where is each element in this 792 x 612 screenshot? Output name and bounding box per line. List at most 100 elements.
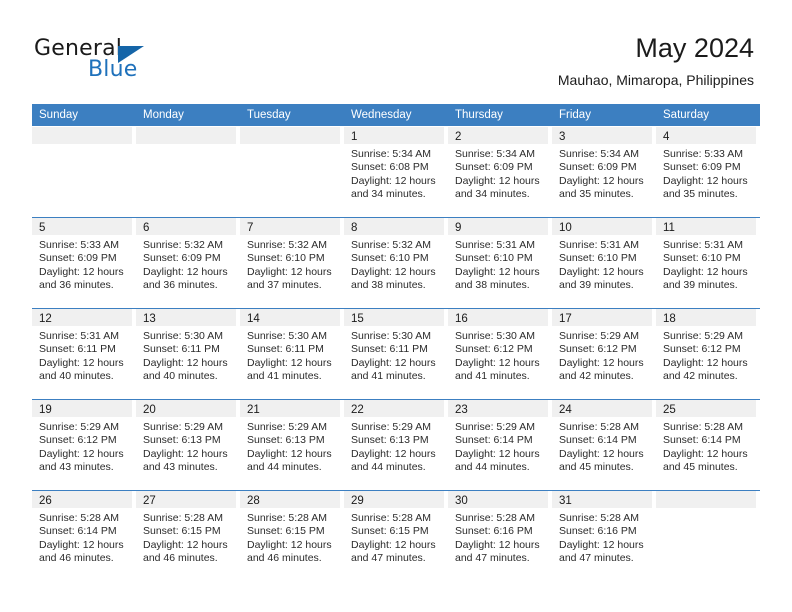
day-sun-info: Sunrise: 5:31 AM Sunset: 6:10 PM Daylight:… bbox=[552, 235, 652, 293]
day-cell[interactable]: 6 Sunrise: 5:32 AM Sunset: 6:09 PM Daylight… bbox=[136, 218, 240, 308]
sunrise-text: Sunrise: 5:32 AM bbox=[143, 239, 223, 251]
day-sun-info: Sunrise: 5:31 AM Sunset: 6:10 PM Daylight:… bbox=[448, 235, 548, 293]
day-number-strip: 24 bbox=[552, 400, 652, 417]
daylight-text: Daylight: 12 hours and 46 minutes. bbox=[247, 538, 332, 565]
sunset-text: Sunset: 6:13 PM bbox=[351, 434, 429, 447]
day-cell[interactable]: 25 Sunrise: 5:28 AM Sunset: 6:14 PM Dayligh… bbox=[656, 400, 760, 490]
day-cell[interactable]: 1 Sunrise: 5:34 AM Sunset: 6:08 PM Daylight… bbox=[344, 127, 448, 217]
sunset-text: Sunset: 6:14 PM bbox=[663, 434, 741, 447]
day-sun-info: Sunrise: 5:28 AM Sunset: 6:15 PM Daylight:… bbox=[240, 508, 340, 566]
day-number-strip: 1 bbox=[344, 127, 444, 144]
day-cell[interactable]: 10 Sunrise: 5:31 AM Sunset: 6:10 PM Dayligh… bbox=[552, 218, 656, 308]
title-block: May 2024 Mauhao, Mimaropa, Philippines bbox=[558, 32, 754, 90]
day-cell[interactable]: 12 Sunrise: 5:31 AM Sunset: 6:11 PM Dayligh… bbox=[32, 309, 136, 399]
day-number-strip: 26 bbox=[32, 491, 132, 508]
sunset-text: Sunset: 6:15 PM bbox=[143, 525, 221, 538]
day-cell[interactable]: 5 Sunrise: 5:33 AM Sunset: 6:09 PM Daylight… bbox=[32, 218, 136, 308]
day-cell[interactable]: 2 Sunrise: 5:34 AM Sunset: 6:09 PM Daylight… bbox=[448, 127, 552, 217]
calendar-week-row: 19 Sunrise: 5:29 AM Sunset: 6:12 PM Dayligh… bbox=[32, 399, 760, 490]
day-number-strip bbox=[240, 127, 340, 144]
day-cell[interactable]: 16 Sunrise: 5:30 AM Sunset: 6:12 PM Dayligh… bbox=[448, 309, 552, 399]
day-cell[interactable]: 8 Sunrise: 5:32 AM Sunset: 6:10 PM Daylight… bbox=[344, 218, 448, 308]
daylight-text: Daylight: 12 hours and 39 minutes. bbox=[663, 265, 748, 292]
day-number-strip: 8 bbox=[344, 218, 444, 235]
day-cell[interactable]: 22 Sunrise: 5:29 AM Sunset: 6:13 PM Dayligh… bbox=[344, 400, 448, 490]
day-number: 24 bbox=[559, 404, 572, 416]
day-cell[interactable]: 27 Sunrise: 5:28 AM Sunset: 6:15 PM Dayligh… bbox=[136, 491, 240, 581]
daylight-text: Daylight: 12 hours and 44 minutes. bbox=[455, 447, 540, 474]
day-sun-info: Sunrise: 5:29 AM Sunset: 6:12 PM Daylight:… bbox=[656, 326, 756, 384]
page-title: May 2024 bbox=[635, 33, 754, 63]
sunset-text: Sunset: 6:10 PM bbox=[351, 252, 429, 265]
day-cell[interactable]: 26 Sunrise: 5:28 AM Sunset: 6:14 PM Dayligh… bbox=[32, 491, 136, 581]
day-cell[interactable]: 21 Sunrise: 5:29 AM Sunset: 6:13 PM Dayligh… bbox=[240, 400, 344, 490]
sunset-text: Sunset: 6:11 PM bbox=[143, 343, 220, 356]
day-sun-info: Sunrise: 5:31 AM Sunset: 6:11 PM Daylight:… bbox=[32, 326, 132, 384]
day-number-strip: 30 bbox=[448, 491, 548, 508]
day-cell[interactable]: 14 Sunrise: 5:30 AM Sunset: 6:11 PM Dayligh… bbox=[240, 309, 344, 399]
sunrise-text: Sunrise: 5:32 AM bbox=[247, 239, 327, 251]
day-number-strip: 16 bbox=[448, 309, 548, 326]
day-cell[interactable]: 18 Sunrise: 5:29 AM Sunset: 6:12 PM Dayligh… bbox=[656, 309, 760, 399]
day-cell[interactable]: 23 Sunrise: 5:29 AM Sunset: 6:14 PM Dayligh… bbox=[448, 400, 552, 490]
day-number: 11 bbox=[663, 222, 675, 234]
day-cell[interactable]: 30 Sunrise: 5:28 AM Sunset: 6:16 PM Dayligh… bbox=[448, 491, 552, 581]
day-number-strip: 31 bbox=[552, 491, 652, 508]
day-cell[interactable]: 4 Sunrise: 5:33 AM Sunset: 6:09 PM Daylight… bbox=[656, 127, 760, 217]
day-cell[interactable]: 3 Sunrise: 5:34 AM Sunset: 6:09 PM Daylight… bbox=[552, 127, 656, 217]
daylight-text: Daylight: 12 hours and 45 minutes. bbox=[663, 447, 748, 474]
sunrise-text: Sunrise: 5:30 AM bbox=[455, 330, 535, 342]
daylight-text: Daylight: 12 hours and 47 minutes. bbox=[559, 538, 644, 565]
day-number-strip: 7 bbox=[240, 218, 340, 235]
day-number-strip: 4 bbox=[656, 127, 756, 144]
daylight-text: Daylight: 12 hours and 35 minutes. bbox=[559, 174, 644, 201]
sunset-text: Sunset: 6:09 PM bbox=[143, 252, 221, 265]
day-number-strip: 25 bbox=[656, 400, 756, 417]
sunrise-text: Sunrise: 5:30 AM bbox=[247, 330, 327, 342]
calendar-week-row: 5 Sunrise: 5:33 AM Sunset: 6:09 PM Daylight… bbox=[32, 217, 760, 308]
sunrise-text: Sunrise: 5:31 AM bbox=[663, 239, 743, 251]
day-sun-info: Sunrise: 5:30 AM Sunset: 6:11 PM Daylight:… bbox=[136, 326, 236, 384]
day-cell[interactable]: 13 Sunrise: 5:30 AM Sunset: 6:11 PM Dayligh… bbox=[136, 309, 240, 399]
day-sun-info: Sunrise: 5:29 AM Sunset: 6:13 PM Daylight:… bbox=[240, 417, 340, 475]
sunrise-text: Sunrise: 5:29 AM bbox=[455, 421, 535, 433]
sunrise-text: Sunrise: 5:32 AM bbox=[351, 239, 431, 251]
day-cell[interactable]: 17 Sunrise: 5:29 AM Sunset: 6:12 PM Dayligh… bbox=[552, 309, 656, 399]
weekday-header-thursday: Thursday bbox=[455, 109, 503, 121]
day-number: 9 bbox=[455, 222, 462, 234]
day-cell-empty bbox=[32, 127, 136, 217]
day-cell[interactable]: 20 Sunrise: 5:29 AM Sunset: 6:13 PM Dayligh… bbox=[136, 400, 240, 490]
sunrise-text: Sunrise: 5:28 AM bbox=[455, 512, 535, 524]
page-header: General Blue May 2024 Mauhao, Mimaropa, … bbox=[0, 0, 792, 104]
sunrise-text: Sunrise: 5:29 AM bbox=[247, 421, 327, 433]
calendar-week-row: 1 Sunrise: 5:34 AM Sunset: 6:08 PM Daylight… bbox=[32, 126, 760, 217]
sunset-text: Sunset: 6:12 PM bbox=[663, 343, 741, 356]
daylight-text: Daylight: 12 hours and 46 minutes. bbox=[39, 538, 124, 565]
day-number-strip: 12 bbox=[32, 309, 132, 326]
day-cell[interactable]: 24 Sunrise: 5:28 AM Sunset: 6:14 PM Dayligh… bbox=[552, 400, 656, 490]
sunset-text: Sunset: 6:15 PM bbox=[247, 525, 325, 538]
daylight-text: Daylight: 12 hours and 38 minutes. bbox=[455, 265, 540, 292]
weekday-header-sunday: Sunday bbox=[39, 109, 79, 121]
weekday-header-row: Sunday Monday Tuesday Wednesday Thursday Frid… bbox=[32, 104, 760, 126]
calendar-week-row: 26 Sunrise: 5:28 AM Sunset: 6:14 PM Dayligh… bbox=[32, 490, 760, 581]
sunrise-text: Sunrise: 5:30 AM bbox=[351, 330, 431, 342]
sunset-text: Sunset: 6:09 PM bbox=[559, 161, 637, 174]
day-sun-info: Sunrise: 5:30 AM Sunset: 6:11 PM Daylight:… bbox=[344, 326, 444, 384]
day-number: 13 bbox=[143, 313, 156, 325]
day-cell[interactable]: 11 Sunrise: 5:31 AM Sunset: 6:10 PM Dayligh… bbox=[656, 218, 760, 308]
day-cell[interactable]: 9 Sunrise: 5:31 AM Sunset: 6:10 PM Daylight… bbox=[448, 218, 552, 308]
day-cell[interactable]: 7 Sunrise: 5:32 AM Sunset: 6:10 PM Daylight… bbox=[240, 218, 344, 308]
sunrise-text: Sunrise: 5:34 AM bbox=[455, 148, 535, 160]
day-cell[interactable]: 29 Sunrise: 5:28 AM Sunset: 6:15 PM Dayligh… bbox=[344, 491, 448, 581]
day-sun-info: Sunrise: 5:32 AM Sunset: 6:10 PM Daylight:… bbox=[240, 235, 340, 293]
day-number: 8 bbox=[351, 222, 358, 234]
day-cell[interactable]: 31 Sunrise: 5:28 AM Sunset: 6:16 PM Dayligh… bbox=[552, 491, 656, 581]
day-cell[interactable]: 19 Sunrise: 5:29 AM Sunset: 6:12 PM Dayligh… bbox=[32, 400, 136, 490]
day-cell[interactable]: 28 Sunrise: 5:28 AM Sunset: 6:15 PM Dayligh… bbox=[240, 491, 344, 581]
day-cell[interactable]: 15 Sunrise: 5:30 AM Sunset: 6:11 PM Dayligh… bbox=[344, 309, 448, 399]
day-number-strip: 18 bbox=[656, 309, 756, 326]
sunrise-text: Sunrise: 5:29 AM bbox=[143, 421, 223, 433]
daylight-text: Daylight: 12 hours and 41 minutes. bbox=[247, 356, 332, 383]
day-number: 4 bbox=[663, 131, 670, 143]
